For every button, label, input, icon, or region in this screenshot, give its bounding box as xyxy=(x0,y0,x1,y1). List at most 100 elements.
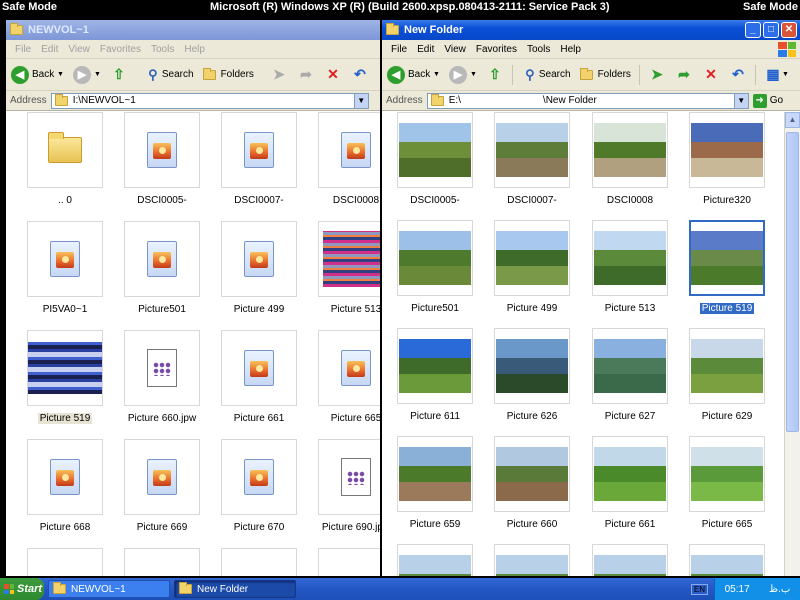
file-thumbnail[interactable] xyxy=(27,548,103,576)
file-item[interactable]: Picture 690.jpw xyxy=(307,439,380,543)
photo-item[interactable]: Picture 513 xyxy=(581,220,679,324)
file-thumbnail[interactable] xyxy=(318,112,380,188)
forward-button[interactable]: ▶ ▼ xyxy=(70,63,104,87)
photo-item[interactable]: DSCI0005- xyxy=(386,112,484,216)
move-to-button[interactable]: ➤ xyxy=(645,63,669,87)
task-new-folder[interactable]: New Folder xyxy=(174,580,296,598)
file-thumbnail[interactable] xyxy=(124,439,200,515)
back-button[interactable]: ◀ Back ▼ xyxy=(384,63,443,87)
file-item[interactable]: DSCI0007- xyxy=(210,112,308,216)
address-dropdown[interactable]: ▼ xyxy=(353,93,368,108)
photo-item[interactable]: DSCI0008 xyxy=(581,112,679,216)
file-thumbnail[interactable] xyxy=(27,330,103,406)
clock[interactable]: 05:17 xyxy=(725,584,750,595)
forward-button[interactable]: ▶ ▼ xyxy=(446,63,480,87)
search-button[interactable]: ⚲ Search xyxy=(141,63,197,87)
photo-thumbnail[interactable] xyxy=(397,544,473,576)
file-item[interactable]: Picture 665 xyxy=(307,330,380,434)
left-window-titlebar[interactable]: NEWVOL~1 xyxy=(6,20,380,40)
photo-thumbnail[interactable] xyxy=(689,328,765,404)
photo-thumbnail[interactable] xyxy=(689,220,765,296)
photo-thumbnail[interactable] xyxy=(689,436,765,512)
maximize-button[interactable]: □ xyxy=(763,22,779,38)
photo-item[interactable]: Picture 611 xyxy=(386,328,484,432)
menu-file[interactable]: File xyxy=(10,44,36,55)
photo-thumbnail[interactable] xyxy=(592,220,668,296)
photo-thumbnail[interactable] xyxy=(494,220,570,296)
undo-button[interactable]: ↶ xyxy=(348,63,372,87)
file-item[interactable]: Picture501 xyxy=(113,221,211,325)
back-button[interactable]: ◀ Back ▼ xyxy=(8,63,67,87)
photo-thumbnail[interactable] xyxy=(397,112,473,188)
file-item[interactable]: Picture 519 xyxy=(16,330,114,434)
right-window-titlebar[interactable]: New Folder _ □ ✕ xyxy=(382,20,800,40)
file-thumbnail[interactable] xyxy=(318,330,380,406)
menu-view[interactable]: View xyxy=(63,44,95,55)
menu-edit[interactable]: Edit xyxy=(36,44,63,55)
file-item[interactable]: Picture 668 xyxy=(16,439,114,543)
file-thumbnail[interactable] xyxy=(124,221,200,297)
photo-thumbnail[interactable] xyxy=(592,112,668,188)
file-item[interactable]: Picture 661 xyxy=(210,330,308,434)
copy-to-button[interactable]: ➦ xyxy=(294,63,318,87)
photo-thumbnail[interactable] xyxy=(397,436,473,512)
file-thumbnail[interactable] xyxy=(221,548,297,576)
move-to-button[interactable]: ➤ xyxy=(267,63,291,87)
file-thumbnail[interactable] xyxy=(318,548,380,576)
scroll-up-arrow[interactable]: ▲ xyxy=(785,112,800,128)
menu-favorites[interactable]: Favorites xyxy=(471,44,522,55)
file-item[interactable]: Picture 513 xyxy=(307,221,380,325)
file-item[interactable]: DSCI0008 xyxy=(307,112,380,216)
folders-button[interactable]: Folders xyxy=(200,63,257,87)
close-button[interactable]: ✕ xyxy=(781,22,797,38)
up-folder-button[interactable]: ⇧ xyxy=(483,63,507,87)
photo-item[interactable]: DSCI0007- xyxy=(483,112,581,216)
file-thumbnail[interactable] xyxy=(318,221,380,297)
address-input[interactable]: I:\NEWVOL~1 ▼ xyxy=(50,92,369,109)
photo-item[interactable]: Picture320 xyxy=(678,112,776,216)
file-item[interactable]: PI5VA0~1 xyxy=(16,221,114,325)
file-thumbnail[interactable] xyxy=(27,221,103,297)
search-button[interactable]: ⚲ Search xyxy=(518,63,574,87)
photo-item[interactable]: Picture501 xyxy=(386,220,484,324)
file-thumbnail[interactable] xyxy=(221,330,297,406)
photo-thumbnail[interactable] xyxy=(592,436,668,512)
photo-item[interactable]: Picture 626 xyxy=(483,328,581,432)
photo-item[interactable]: Picture 629 xyxy=(678,328,776,432)
photo-thumbnail[interactable] xyxy=(494,112,570,188)
undo-button[interactable]: ↶ xyxy=(726,63,750,87)
photo-item[interactable]: Picture 659 xyxy=(386,436,484,540)
photo-item[interactable]: Picture 665 xyxy=(678,436,776,540)
file-item[interactable]: Picture 669 xyxy=(113,439,211,543)
photo-thumbnail[interactable] xyxy=(689,112,765,188)
photo-thumbnail[interactable] xyxy=(592,328,668,404)
menu-favorites[interactable]: Favorites xyxy=(95,44,146,55)
address-input[interactable]: E:\ \New Folder ▼ xyxy=(426,92,749,109)
photo-item[interactable]: Picture 661 xyxy=(581,436,679,540)
views-button[interactable]: ▦ ▼ xyxy=(761,63,792,87)
delete-button[interactable]: ✕ xyxy=(321,63,345,87)
file-thumbnail[interactable] xyxy=(318,439,380,515)
photo-thumbnail[interactable] xyxy=(397,328,473,404)
minimize-button[interactable]: _ xyxy=(745,22,761,38)
right-thumbnail-view[interactable]: DSCI0005- DSCI0007- DSCI0008 Picture320 Pict… xyxy=(382,112,800,576)
photo-item[interactable]: Picture 660 xyxy=(483,436,581,540)
file-item[interactable]: Picture 670 xyxy=(210,439,308,543)
scrollbar-thumb[interactable] xyxy=(786,132,799,432)
menu-help[interactable]: Help xyxy=(179,44,210,55)
photo-item[interactable]: Picture 499 xyxy=(483,220,581,324)
menu-tools[interactable]: Tools xyxy=(146,44,179,55)
menu-edit[interactable]: Edit xyxy=(412,44,439,55)
photo-item[interactable]: Picture 627 xyxy=(581,328,679,432)
file-thumbnail[interactable] xyxy=(221,439,297,515)
folders-button[interactable]: Folders xyxy=(577,63,634,87)
file-thumbnail[interactable] xyxy=(124,112,200,188)
menu-tools[interactable]: Tools xyxy=(522,44,555,55)
photo-thumbnail[interactable] xyxy=(689,544,765,576)
file-thumbnail[interactable] xyxy=(221,112,297,188)
photo-thumbnail[interactable] xyxy=(592,544,668,576)
menu-view[interactable]: View xyxy=(439,44,471,55)
menu-file[interactable]: File xyxy=(386,44,412,55)
up-folder-button[interactable]: ⇧ xyxy=(107,63,131,87)
menu-help[interactable]: Help xyxy=(555,44,586,55)
